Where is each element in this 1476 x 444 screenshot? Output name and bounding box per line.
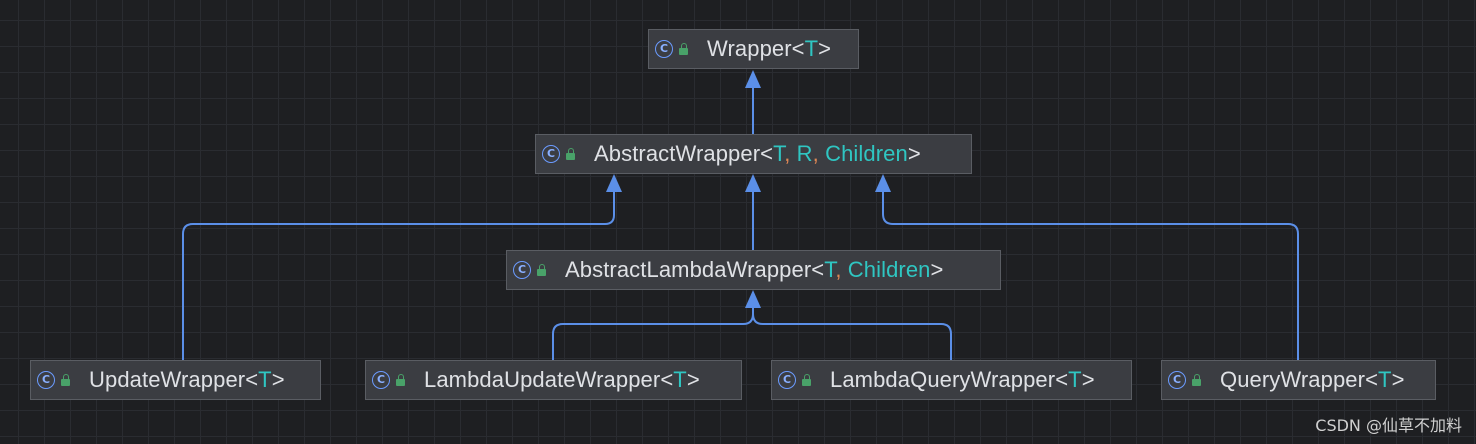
lock-icon [536, 263, 547, 277]
generic-close: > [686, 367, 700, 392]
node-lambda-update-wrapper[interactable]: C LambdaUpdateWrapper<T> [365, 360, 742, 400]
class-icon: C [372, 371, 390, 389]
lock-icon [60, 373, 71, 387]
generic-open: < [660, 367, 674, 392]
generic-close: > [930, 257, 944, 282]
generic-separator: , [812, 141, 826, 166]
node-lambda-query-wrapper[interactable]: C LambdaQueryWrapper<T> [771, 360, 1132, 400]
node-abstract-wrapper[interactable]: C AbstractWrapper<T, R, Children> [535, 134, 972, 174]
diagram-canvas: C Wrapper<T> C AbstractWrapper<T, R, Chi… [0, 0, 1476, 444]
node-label: AbstractLambdaWrapper<T, Children> [565, 257, 943, 283]
edge-lambda-query-wrapper-to-abstract-lambda-wrapper [752, 313, 952, 361]
generic-close: > [1391, 367, 1405, 392]
node-query-wrapper[interactable]: C QueryWrapper<T> [1161, 360, 1436, 400]
class-icon: C [513, 261, 531, 279]
class-icon: C [778, 371, 796, 389]
type-parameter: T [1378, 367, 1392, 392]
type-parameter: Children [847, 257, 931, 282]
generic-close: > [907, 141, 921, 166]
generic-close: > [1081, 367, 1095, 392]
class-icon: C [1168, 371, 1186, 389]
type-parameter: R [796, 141, 813, 166]
type-parameter: T [824, 257, 836, 282]
class-name: LambdaQueryWrapper [830, 367, 1056, 392]
class-name: AbstractWrapper [594, 141, 761, 166]
arrowhead-abstract-wrapper-right [875, 174, 891, 192]
generic-open: < [1365, 367, 1379, 392]
node-abstract-lambda-wrapper[interactable]: C AbstractLambdaWrapper<T, Children> [506, 250, 1001, 290]
node-label: Wrapper<T> [707, 36, 831, 62]
arrowhead-abstract-wrapper-left [606, 174, 622, 192]
lock-icon [678, 42, 689, 56]
generic-open: < [760, 141, 774, 166]
class-name: QueryWrapper [1220, 367, 1366, 392]
node-label: LambdaQueryWrapper<T> [830, 367, 1095, 393]
type-parameter: T [1068, 367, 1082, 392]
generic-open: < [245, 367, 259, 392]
class-icon: C [542, 145, 560, 163]
generic-open: < [791, 36, 805, 61]
type-parameter: Children [825, 141, 908, 166]
arrowhead-abstract-lambda-wrapper [745, 290, 761, 308]
type-parameter: T [258, 367, 272, 392]
node-wrapper[interactable]: C Wrapper<T> [648, 29, 859, 69]
generic-separator: , [835, 257, 848, 282]
node-label: QueryWrapper<T> [1220, 367, 1405, 393]
class-name: Wrapper [707, 36, 792, 61]
node-label: AbstractWrapper<T, R, Children> [594, 141, 921, 167]
class-icon: C [655, 40, 673, 58]
node-label: UpdateWrapper<T> [89, 367, 285, 393]
generic-open: < [1055, 367, 1069, 392]
class-name: LambdaUpdateWrapper [424, 367, 661, 392]
edge-lambda-update-wrapper-to-abstract-lambda-wrapper [552, 303, 754, 361]
class-icon: C [37, 371, 55, 389]
watermark: CSDN @仙草不加料 [1315, 416, 1462, 435]
lock-icon [801, 373, 812, 387]
lock-icon [565, 147, 576, 161]
node-label: LambdaUpdateWrapper<T> [424, 367, 700, 393]
lock-icon [1191, 373, 1202, 387]
generic-open: < [811, 257, 825, 282]
arrowhead-wrapper [745, 70, 761, 88]
lock-icon [395, 373, 406, 387]
type-parameter: T [804, 36, 819, 61]
generic-close: > [271, 367, 285, 392]
generic-separator: , [784, 141, 797, 166]
type-parameter: T [773, 141, 785, 166]
type-parameter: T [673, 367, 687, 392]
generic-close: > [818, 36, 832, 61]
class-name: AbstractLambdaWrapper [565, 257, 812, 282]
arrowhead-abstract-wrapper-center [745, 174, 761, 192]
class-name: UpdateWrapper [89, 367, 246, 392]
node-update-wrapper[interactable]: C UpdateWrapper<T> [30, 360, 321, 400]
